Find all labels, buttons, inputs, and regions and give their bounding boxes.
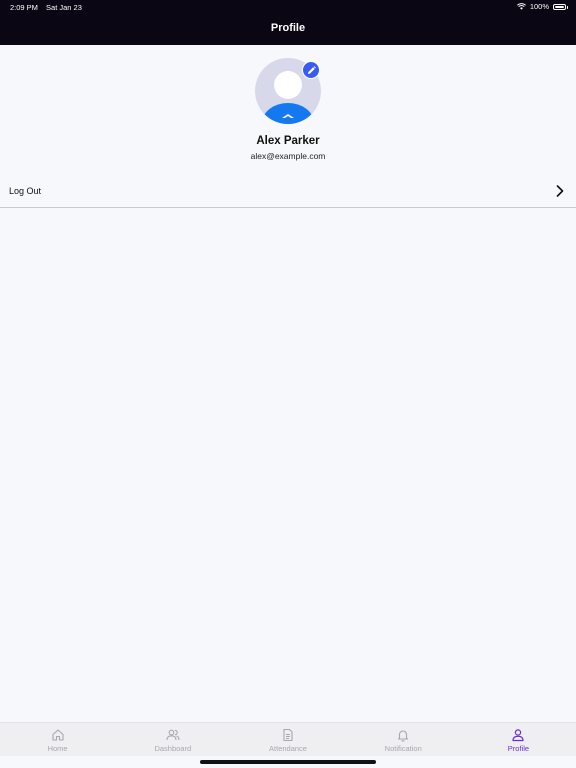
tab-attendance[interactable]: Attendance — [230, 723, 345, 756]
avatar-collar-icon — [282, 114, 294, 118]
tab-profile[interactable]: Profile — [461, 723, 576, 756]
home-icon — [52, 729, 64, 741]
status-bar: 2:09 PM Sat Jan 23 100% — [0, 0, 576, 14]
tab-dashboard-label: Dashboard — [154, 744, 192, 753]
page-title: Profile — [270, 22, 306, 34]
status-right: 100% — [516, 2, 568, 11]
status-time: 2:09 PM — [10, 3, 38, 12]
tab-dashboard[interactable]: Dashboard — [115, 723, 230, 756]
avatar-container — [255, 58, 321, 124]
edit-avatar-button[interactable] — [302, 61, 320, 79]
wifi-icon — [516, 3, 526, 10]
status-left: 2:09 PM Sat Jan 23 — [10, 3, 82, 12]
tab-home-label: Home — [47, 744, 68, 753]
bell-icon — [398, 730, 409, 742]
person-icon — [512, 729, 525, 742]
status-date: Sat Jan 23 — [46, 3, 82, 12]
tab-bar: Home Dashboard Attendance Notification P… — [0, 722, 576, 756]
tab-notification[interactable]: Notification — [346, 723, 461, 756]
users-icon — [166, 729, 180, 741]
battery-icon — [553, 3, 568, 10]
home-indicator[interactable] — [200, 760, 376, 764]
pencil-icon — [307, 65, 316, 74]
tab-notification-label: Notification — [384, 744, 422, 753]
user-name: Alex Parker — [256, 135, 320, 147]
chevron-right-icon — [556, 185, 564, 197]
battery-percent: 100% — [529, 2, 549, 11]
tab-home[interactable]: Home — [0, 723, 115, 756]
logout-row[interactable]: Log Out — [0, 176, 576, 208]
logout-label: Log Out — [9, 186, 42, 196]
tab-profile-label: Profile — [507, 744, 530, 753]
avatar-head — [274, 71, 302, 99]
user-email: alex@example.com — [250, 151, 326, 161]
tab-attendance-label: Attendance — [269, 744, 307, 753]
document-icon — [283, 728, 293, 742]
header: 2:09 PM Sat Jan 23 100% Profile — [0, 0, 576, 45]
profile-screen: 2:09 PM Sat Jan 23 100% Profile Alex Par… — [0, 0, 576, 768]
